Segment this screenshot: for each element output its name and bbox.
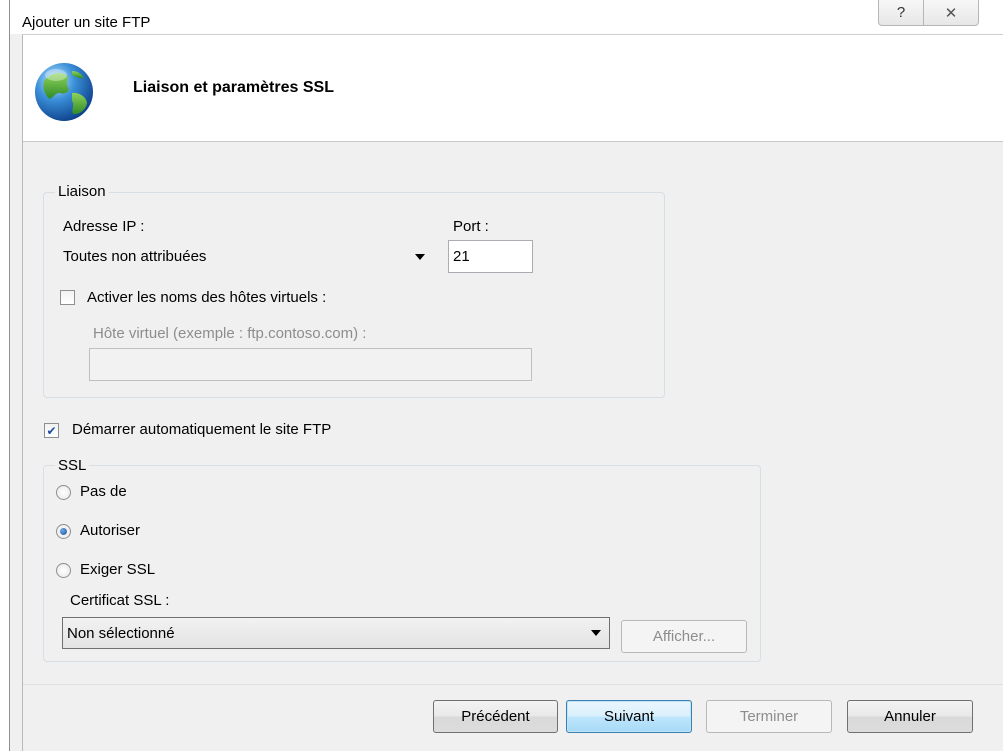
next-button[interactable]: Suivant bbox=[566, 700, 692, 733]
virtual-host-input[interactable] bbox=[89, 348, 532, 381]
previous-button[interactable]: Précédent bbox=[433, 700, 558, 733]
title-bar bbox=[10, 0, 1003, 34]
help-icon: ? bbox=[896, 4, 906, 21]
ssl-certificate-label: Certificat SSL : bbox=[70, 592, 170, 609]
virtual-host-checkbox-label[interactable]: Activer les noms des hôtes virtuels : bbox=[87, 289, 326, 306]
virtual-host-checkbox[interactable] bbox=[60, 290, 75, 305]
port-label: Port : bbox=[453, 218, 489, 235]
close-icon: ✕ bbox=[944, 4, 958, 22]
help-button[interactable]: ? bbox=[878, 0, 924, 26]
binding-group-legend: Liaison bbox=[55, 183, 109, 200]
ssl-allow-radio[interactable] bbox=[56, 524, 71, 539]
footer-divider bbox=[23, 684, 1003, 685]
port-value: 21 bbox=[453, 248, 470, 265]
ssl-require-radio[interactable] bbox=[56, 563, 71, 578]
cancel-button[interactable]: Annuler bbox=[847, 700, 973, 733]
view-certificate-button[interactable]: Afficher... bbox=[621, 620, 747, 653]
ssl-none-label[interactable]: Pas de bbox=[80, 483, 127, 500]
window-title: Ajouter un site FTP bbox=[22, 14, 151, 31]
ip-address-dropdown[interactable]: Toutes non attribuées bbox=[58, 241, 434, 272]
ssl-certificate-dropdown[interactable]: Non sélectionné bbox=[62, 617, 610, 649]
page-title: Liaison et paramètres SSL bbox=[133, 79, 334, 96]
ssl-require-label[interactable]: Exiger SSL bbox=[80, 561, 155, 578]
ip-address-value: Toutes non attribuées bbox=[63, 248, 207, 265]
ssl-none-radio[interactable] bbox=[56, 485, 71, 500]
ssl-allow-label[interactable]: Autoriser bbox=[80, 522, 140, 539]
finish-button[interactable]: Terminer bbox=[706, 700, 832, 733]
port-input[interactable]: 21 bbox=[448, 240, 533, 273]
chevron-down-icon bbox=[591, 630, 601, 636]
radio-selected-icon bbox=[60, 528, 67, 535]
ip-address-label: Adresse IP : bbox=[63, 218, 145, 235]
close-button[interactable]: ✕ bbox=[923, 0, 979, 26]
autostart-label[interactable]: Démarrer automatiquement le site FTP bbox=[72, 421, 331, 438]
globe-icon bbox=[32, 59, 96, 123]
checkmark-icon: ✔ bbox=[46, 423, 57, 438]
autostart-checkbox[interactable]: ✔ bbox=[44, 423, 59, 438]
chevron-down-icon bbox=[415, 253, 425, 260]
ssl-certificate-value: Non sélectionné bbox=[67, 624, 175, 642]
ssl-group-legend: SSL bbox=[55, 457, 90, 474]
window-left-edge bbox=[0, 0, 10, 751]
virtual-host-label: Hôte virtuel (exemple : ftp.contoso.com)… bbox=[93, 325, 367, 342]
